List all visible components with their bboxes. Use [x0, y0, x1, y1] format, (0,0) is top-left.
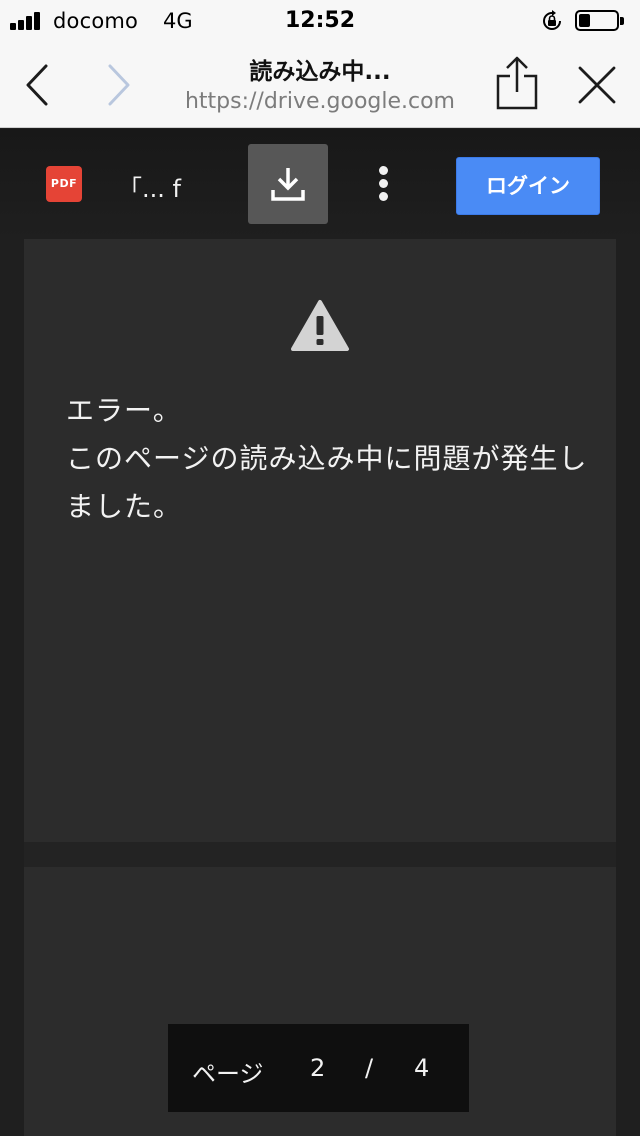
warning-icon: [291, 300, 349, 351]
browser-toolbar: 読み込み中... https://drive.google.com: [0, 40, 640, 128]
error-line-2: このページの読み込み中に問題が発生し: [66, 442, 588, 475]
rotation-lock-icon: [543, 10, 561, 30]
document-page-1: エラー。 このページの読み込み中に問題が発生し ました。: [24, 239, 616, 842]
share-icon: [496, 56, 538, 110]
error-line-1: エラー。: [66, 394, 182, 427]
error-message: エラー。 このページの読み込み中に問題が発生し ました。: [66, 387, 606, 531]
page-divider: [24, 842, 616, 867]
login-button[interactable]: ログイン: [456, 157, 600, 215]
back-button[interactable]: [16, 60, 60, 110]
page-indicator: ページ 2 / 4: [168, 1024, 469, 1112]
viewer-header: PDF 「... f ログイン: [0, 129, 640, 239]
total-page-count: 4: [414, 1054, 430, 1082]
error-line-3: ました。: [66, 490, 183, 523]
chevron-right-icon: [108, 64, 130, 106]
page-label: ページ: [192, 1060, 264, 1088]
close-button[interactable]: [574, 62, 620, 108]
download-button[interactable]: [248, 144, 328, 224]
address-bar[interactable]: https://drive.google.com: [140, 89, 500, 114]
battery-icon: [575, 10, 624, 31]
download-icon: [271, 168, 305, 201]
status-bar: docomo 4G 12:52: [0, 0, 640, 40]
file-title: 「... f: [118, 175, 181, 203]
more-options-button[interactable]: [372, 164, 396, 204]
forward-button[interactable]: [96, 60, 140, 110]
page-title: 読み込み中...: [249, 59, 391, 85]
battery-level: [579, 14, 590, 27]
current-page-number: 2: [310, 1054, 326, 1082]
chevron-left-icon: [26, 64, 48, 106]
page-separator: /: [365, 1054, 374, 1082]
pdf-file-icon: PDF: [46, 166, 82, 202]
close-icon: [578, 66, 616, 104]
share-button[interactable]: [494, 54, 540, 112]
